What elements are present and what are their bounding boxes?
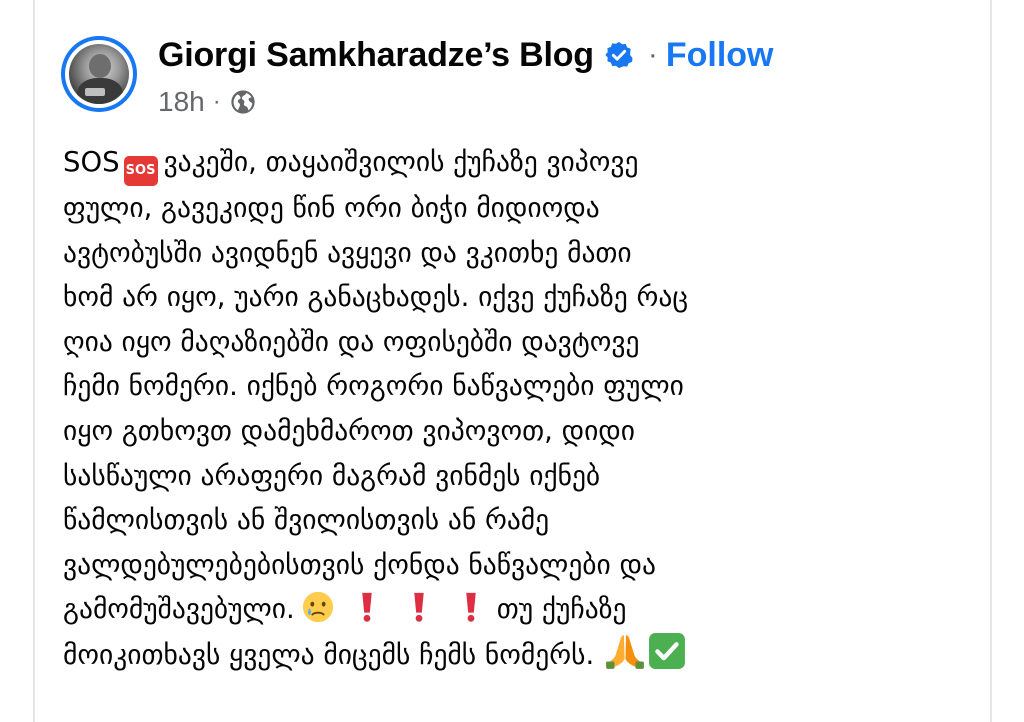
profile-photo [69,44,129,104]
profile-photo-shirt-print [85,88,105,96]
exclamation-icon [362,593,372,623]
post-header: Giorgi Samkharadze’s Blog · Follow 18h · [61,30,970,126]
post-text-line: ავტობუსში ავიდნენ ავყევი და ვკითხე მათი [63,236,632,269]
post-text-line: იყო გთხოვთ დამეხმაროთ ვიპოვოთ, დიდი [63,414,636,447]
sos-button-icon: SOS [123,156,158,186]
post-text-line: ვაკეში, თაყაიშვილის ქუჩაზე ვიპოვე [163,146,639,178]
post-text-line: წამლისთვის ან შვილისთვის ან რამე [63,504,550,537]
post-card: Giorgi Samkharadze’s Blog · Follow 18h ·… [35,0,990,722]
post-text-line: ფული, გავეკიდე წინ ორი ბიჭი მიდიოდა [63,192,600,224]
post-text-line: გამომუშავებული. [63,593,295,626]
globe-icon[interactable] [229,88,257,116]
exclamation-icon [466,593,476,623]
verified-badge-icon [605,41,633,69]
check-mark-button-icon [649,632,686,669]
avatar[interactable] [61,36,137,112]
post-text-line: თუ ქუჩაზე [496,593,627,626]
title-row: Giorgi Samkharadze’s Blog · Follow [158,30,774,80]
post-timestamp[interactable]: 18h [158,86,205,118]
meta-separator: · [212,88,221,115]
feed-divider-right [990,0,992,722]
post-meta: 18h · [158,84,257,120]
profile-photo-head [89,54,111,78]
follow-button[interactable]: Follow [666,36,774,75]
crying-face-icon [302,592,333,623]
post-text-line: ვალდებულებებისთვის ქონდა ნაწვალები და [63,548,656,581]
avatar-story-ring [65,40,133,108]
page: Giorgi Samkharadze’s Blog · Follow 18h ·… [0,0,1024,722]
post-text-line: ხომ არ იყო, უარი განაცხადეს. იქვე ქუჩაზე… [63,281,689,314]
exclamation-icon [414,593,424,623]
post-text-line: ჩემი ნომერი. იქნებ როგორი ნაწვალები ფული [63,370,684,403]
post-text-line: მოიკითხავს ყველა მიცემს ჩემს ნომერს. [63,638,595,671]
page-name-link[interactable]: Giorgi Samkharadze’s Blog [158,36,594,75]
post-text-line: ღია იყო მაღაზიებში და ოფისებში დავტოვე [63,325,640,358]
post-body: SOS SOS ვაკეში, თაყაიშვილის ქუჩაზე ვიპოვე … [63,140,973,678]
title-separator: · [647,38,658,71]
post-text-lead: SOS [63,146,120,178]
folded-hands-icon [606,635,645,669]
post-text-line: სასწაული არაფერი მაგრამ ვინმეს იქნებ [63,459,601,492]
